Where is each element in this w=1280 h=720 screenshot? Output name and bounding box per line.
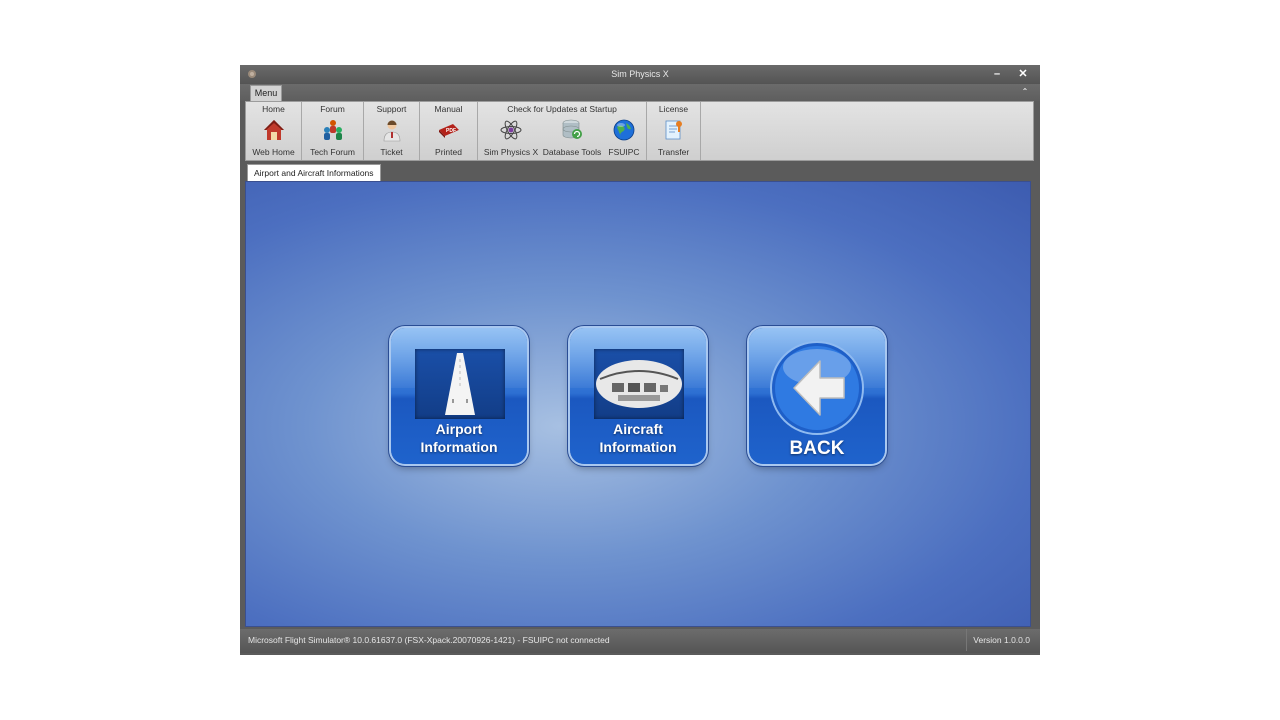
ticket-label: Ticket xyxy=(380,147,403,157)
group-check-updates: Check for Updates at Startup Sim Physics… xyxy=(478,102,647,160)
tab-menu[interactable]: Menu xyxy=(250,85,282,101)
sim-physics-x-update-button[interactable]: Sim Physics X xyxy=(482,116,540,160)
cockpit-picture xyxy=(594,349,684,419)
back-button[interactable]: BACK xyxy=(749,328,885,464)
users-icon xyxy=(323,120,342,140)
web-home-label: Web Home xyxy=(252,147,295,157)
group-title-license: License xyxy=(658,104,689,114)
back-arrow-icon xyxy=(770,341,864,435)
aircraft-information-button[interactable]: Aircraft Information xyxy=(570,328,706,464)
database-tools-label: Database Tools xyxy=(542,147,602,157)
group-title-support: Support xyxy=(376,104,407,114)
tech-forum-label: Tech Forum xyxy=(310,147,355,157)
app-icon xyxy=(248,70,256,78)
group-manual: Manual PDF Printed xyxy=(420,102,478,160)
group-support: Support Ticket xyxy=(364,102,420,160)
version-label: Version 1.0.0.0 xyxy=(966,629,1030,651)
document-tab-strip: Airport and Aircraft Informations xyxy=(245,161,1034,182)
group-home: Home Web Home xyxy=(246,102,302,160)
license-transfer-button[interactable]: Transfer xyxy=(647,116,700,160)
aircraft-line-2: Information xyxy=(599,439,677,455)
group-title-forum: Forum xyxy=(320,104,345,114)
simulator-status: Microsoft Flight Simulator® 10.0.61637.0… xyxy=(248,635,610,645)
web-home-button[interactable]: Web Home xyxy=(246,116,301,160)
runway-picture xyxy=(415,349,505,419)
group-title-check-updates: Check for Updates at Startup xyxy=(507,104,617,114)
transfer-label: Transfer xyxy=(657,147,690,157)
close-button[interactable]: ✕ xyxy=(1012,65,1034,84)
airport-tile-label: Airport Information xyxy=(391,420,527,456)
fsuipc-button[interactable]: FSUIPC xyxy=(604,116,644,160)
group-title-home: Home xyxy=(262,104,285,114)
ribbon-tab-strip: Menu ⌃ xyxy=(240,84,1040,101)
ribbon: Home Web Home Forum Tech Forum Support T… xyxy=(245,101,1034,161)
back-label: BACK xyxy=(789,438,845,459)
status-bar: Microsoft Flight Simulator® 10.0.61637.0… xyxy=(240,629,1040,653)
group-license: License Transfer xyxy=(647,102,701,160)
pdf-book-icon: PDF xyxy=(438,124,459,138)
runway-icon xyxy=(445,353,475,415)
group-title-manual: Manual xyxy=(434,104,463,114)
printed-label: Printed xyxy=(435,147,462,157)
sim-physics-x-label: Sim Physics X xyxy=(483,147,539,157)
collapse-ribbon-button[interactable]: ⌃ xyxy=(1018,86,1032,98)
title-bar: Sim Physics X – ✕ xyxy=(240,65,1040,84)
aircraft-tile-label: Aircraft Information xyxy=(570,420,706,456)
airport-line-2: Information xyxy=(420,439,498,455)
group-forum: Forum Tech Forum xyxy=(302,102,364,160)
airport-information-button[interactable]: Airport Information xyxy=(391,328,527,464)
fsuipc-label: FSUIPC xyxy=(608,147,640,157)
support-person-icon xyxy=(383,120,400,142)
database-tools-button[interactable]: Database Tools xyxy=(541,116,603,160)
svg-text:PDF: PDF xyxy=(446,128,456,134)
airport-line-1: Airport xyxy=(435,421,483,437)
ticket-button[interactable]: Ticket xyxy=(364,116,419,160)
tech-forum-button[interactable]: Tech Forum xyxy=(302,116,363,160)
database-icon xyxy=(562,119,582,139)
atom-icon xyxy=(500,120,522,140)
window-title: Sim Physics X xyxy=(611,69,669,79)
tab-airport-aircraft-informations[interactable]: Airport and Aircraft Informations xyxy=(247,164,381,182)
main-content: Airport Information Aircraft Information xyxy=(245,181,1031,627)
house-icon xyxy=(263,120,284,140)
license-transfer-icon xyxy=(665,120,682,140)
app-window: Sim Physics X – ✕ Menu ⌃ Home Web Home F… xyxy=(240,65,1040,655)
aircraft-line-1: Aircraft xyxy=(613,421,663,437)
minimize-button[interactable]: – xyxy=(986,65,1008,84)
globe-icon xyxy=(613,119,635,141)
cockpit-icon xyxy=(596,360,682,408)
printed-manual-button[interactable]: PDF Printed xyxy=(420,116,477,160)
